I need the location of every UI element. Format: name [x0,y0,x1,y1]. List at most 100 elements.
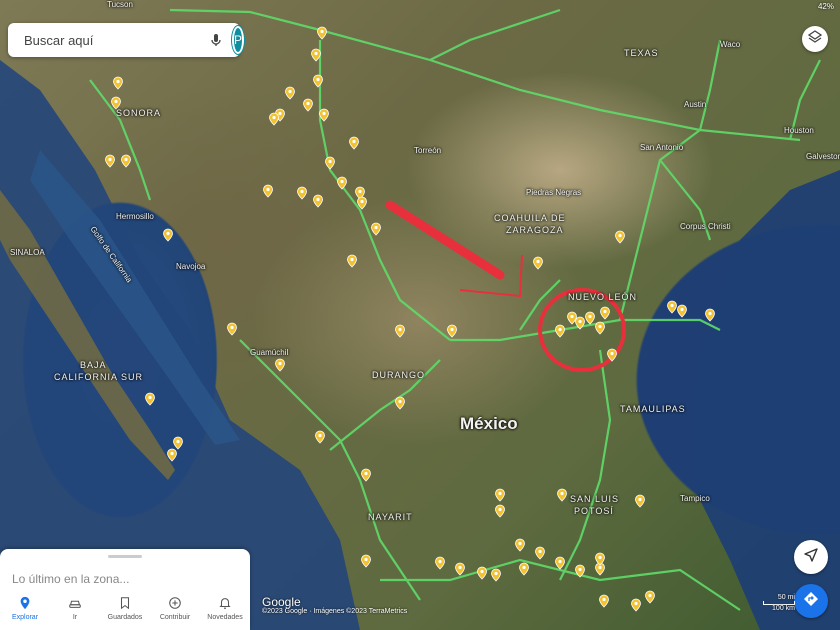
place-pin-icon[interactable] [553,556,567,570]
layers-icon [807,29,823,50]
place-pin-icon[interactable] [317,108,331,122]
map-label-navojoa: Navojoa [176,262,206,271]
place-pin-icon[interactable] [493,504,507,518]
place-pin-icon[interactable] [347,136,361,150]
map-label-tucson: Tucson [107,0,133,9]
place-pin-icon[interactable] [111,76,125,90]
map-label-sinaloa: SINALOA [10,248,45,257]
place-pin-icon[interactable] [703,308,717,322]
place-pin-icon[interactable] [597,594,611,608]
place-pin-icon[interactable] [517,562,531,576]
place-pin-icon[interactable] [225,322,239,336]
battery-level: 42% [817,2,834,11]
place-pin-icon[interactable] [103,154,117,168]
search-bar[interactable]: P [8,23,245,57]
place-pin-icon[interactable] [171,436,185,450]
map-label-corpus-christi: Corpus Christi [680,222,731,231]
place-pin-icon[interactable] [533,546,547,560]
place-pin-icon[interactable] [359,468,373,482]
map-label-durango: DURANGO [372,370,426,380]
place-pin-icon[interactable] [301,98,315,112]
place-pin-icon[interactable] [283,86,297,100]
place-pin-icon[interactable] [433,556,447,570]
map-label-san-antonio: San Antonio [640,143,684,152]
place-pin-icon[interactable] [311,74,325,88]
place-pin-icon[interactable] [613,230,627,244]
tab-label: Explorar [11,613,39,621]
place-pin-icon[interactable] [311,194,325,208]
place-pin-icon[interactable] [643,590,657,604]
place-pin-icon[interactable] [598,306,612,320]
microphone-icon[interactable] [208,32,224,48]
place-pin-icon[interactable] [445,324,459,338]
map-label-piedras-negras: Piedras Negras [526,188,582,197]
tab-contribuir[interactable]: Contribuir [150,586,200,630]
map-label-austin: Austin [684,100,707,109]
place-pin-icon[interactable] [323,156,337,170]
directions-button[interactable] [794,584,828,618]
add-circle-icon [168,596,182,614]
place-pin-icon[interactable] [675,304,689,318]
satellite-map[interactable]: Tucson SONORA TEXAS Austin Waco Houston … [0,0,840,630]
place-pin-icon[interactable] [493,488,507,502]
place-pin-icon[interactable] [119,154,133,168]
place-pin-icon[interactable] [345,254,359,268]
place-pin-icon[interactable] [453,562,467,576]
place-pin-icon[interactable] [355,196,369,210]
pacific-ocean [0,60,360,630]
scale-miles: 50 mi [777,594,795,601]
place-pin-icon[interactable] [553,324,567,338]
map-label-waco: Waco [720,40,741,49]
place-pin-icon[interactable] [359,554,373,568]
tab-guardados[interactable]: Guardados [100,586,150,630]
place-pin-icon[interactable] [633,494,647,508]
map-label-guamuchil: Guamúchil [250,348,289,357]
place-pin-icon[interactable] [161,228,175,242]
map-label-san-luis-2: POTOSÍ [574,506,614,516]
place-pin-icon[interactable] [393,324,407,338]
place-pin-icon[interactable] [369,222,383,236]
place-pin-icon[interactable] [267,112,281,126]
map-label-sonora: SONORA [116,108,162,118]
place-pin-icon[interactable] [593,321,607,335]
explore-panel[interactable]: Lo último en la zona... Explorar Ir Guar… [0,549,250,630]
bottom-tab-bar: Explorar Ir Guardados Contribuir Novedad… [0,586,250,630]
place-pin-icon[interactable] [565,311,579,325]
my-location-button[interactable] [794,540,828,574]
place-pin-icon[interactable] [143,392,157,406]
place-pin-icon[interactable] [573,564,587,578]
place-pin-icon[interactable] [629,598,643,612]
bookmark-icon [118,596,132,614]
tab-explorar[interactable]: Explorar [0,586,50,630]
place-pin-icon[interactable] [165,448,179,462]
layers-button[interactable] [802,26,828,52]
map-attribution[interactable]: ©2023 Google · Imágenes ©2023 TerraMetri… [262,608,407,615]
place-pin-icon[interactable] [313,430,327,444]
zone-title: Lo último en la zona... [12,572,130,586]
place-pin-icon[interactable] [513,538,527,552]
place-pin-icon[interactable] [593,552,607,566]
avatar[interactable]: P [232,26,245,54]
place-pin-icon[interactable] [555,488,569,502]
drag-handle[interactable] [108,555,142,558]
place-pin-icon[interactable] [295,186,309,200]
map-label-houston: Houston [784,126,814,135]
directions-icon [803,591,819,612]
map-label-tampico: Tampico [680,494,710,503]
navigation-arrow-icon [803,547,819,568]
place-pin-icon[interactable] [531,256,545,270]
place-pin-icon[interactable] [605,348,619,362]
place-pin-icon[interactable] [335,176,349,190]
tab-novedades[interactable]: Novedades [200,586,250,630]
place-pin-icon[interactable] [315,26,329,40]
search-input[interactable] [22,31,202,49]
place-pin-icon[interactable] [273,358,287,372]
place-pin-icon[interactable] [475,566,489,580]
map-label-galveston: Galveston [806,152,840,161]
tab-ir[interactable]: Ir [50,586,100,630]
map-label-hermosillo: Hermosillo [116,212,154,221]
place-pin-icon[interactable] [261,184,275,198]
place-pin-icon[interactable] [309,48,323,62]
place-pin-icon[interactable] [393,396,407,410]
place-pin-icon[interactable] [489,568,503,582]
